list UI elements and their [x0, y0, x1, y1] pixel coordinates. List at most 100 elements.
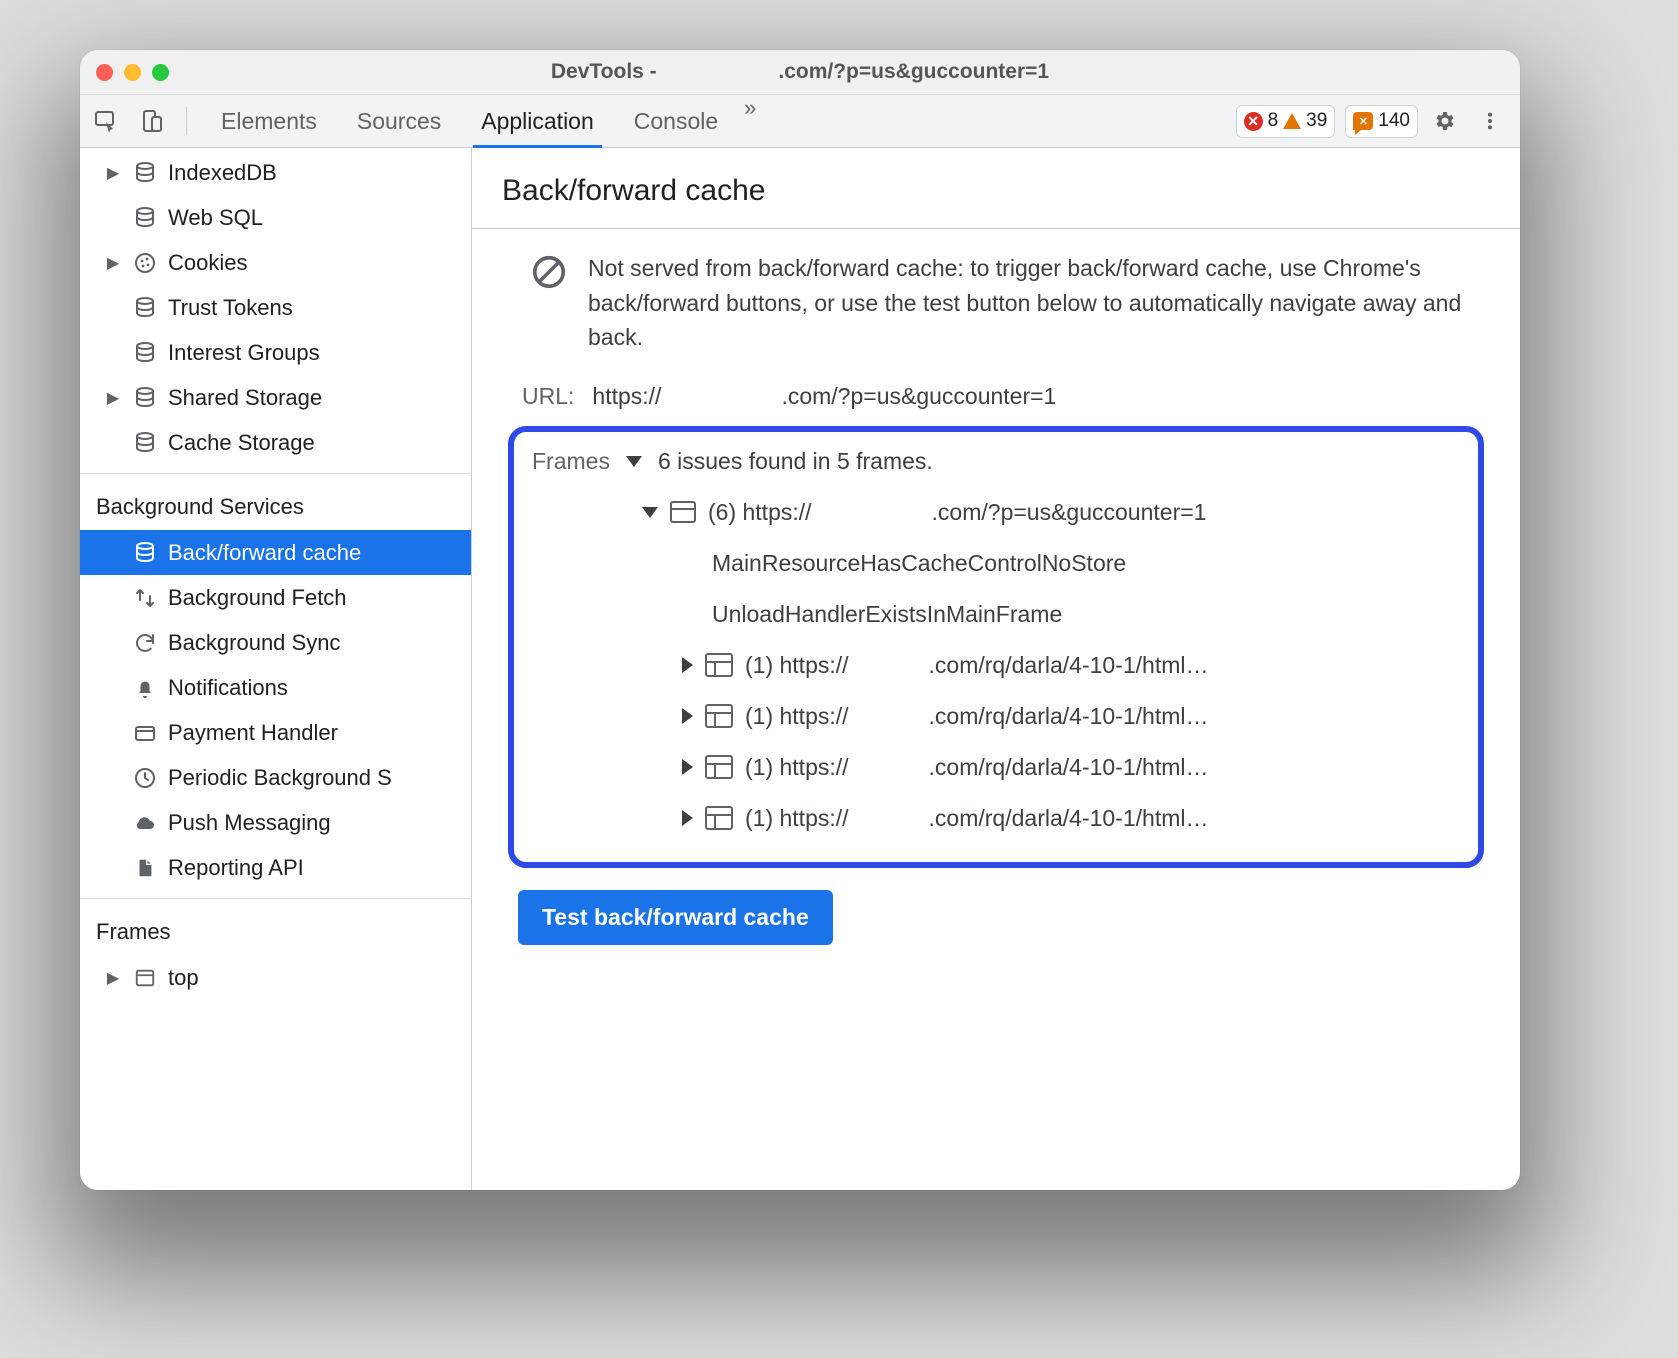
child-frame-prefix: (1) https://: [745, 805, 849, 831]
tab-console[interactable]: Console: [614, 95, 738, 147]
tab-application[interactable]: Application: [461, 95, 614, 147]
test-bfcache-button[interactable]: Test back/forward cache: [518, 890, 833, 945]
sidebar-item-label: Background Sync: [168, 630, 340, 656]
child-frame-prefix: (1) https://: [745, 754, 849, 780]
titlebar: DevTools - .com/?p=us&guccounter=1: [80, 50, 1520, 95]
sidebar-item-label: Web SQL: [168, 205, 263, 231]
frames-header[interactable]: Frames 6 issues found in 5 frames.: [532, 442, 1460, 487]
database-icon: [132, 161, 158, 185]
sidebar-item-background-sync[interactable]: Background Sync: [80, 620, 471, 665]
file-icon: [132, 856, 158, 880]
sidebar-item-label: Trust Tokens: [168, 295, 293, 321]
main-panel: Back/forward cache Not served from back/…: [472, 148, 1520, 1190]
section-heading-background-services: Background Services: [80, 482, 471, 528]
frame-icon: [132, 967, 158, 989]
url-value: https://.com/?p=us&guccounter=1: [592, 383, 1056, 410]
sidebar-item-label: Back/forward cache: [168, 540, 361, 566]
bg-services-tree: Back/forward cache Background Fetch Backgr…: [80, 528, 471, 890]
child-frame-suffix: .com/rq/darla/4-10-1/html…: [929, 754, 1209, 780]
minimize-window-button[interactable]: [124, 64, 141, 81]
chevron-down-icon: [626, 456, 642, 467]
tab-sources[interactable]: Sources: [337, 95, 461, 147]
issues-icon: ✕: [1353, 112, 1373, 130]
tab-label: Elements: [221, 108, 317, 135]
sidebar-item-label: Notifications: [168, 675, 288, 701]
sidebar-item-interest-groups[interactable]: Interest Groups: [80, 330, 471, 375]
chevron-right-icon: ▶: [104, 968, 122, 988]
cloud-icon: [132, 811, 158, 835]
child-frame-row[interactable]: (1) https:// .com/rq/darla/4-10-1/html…: [532, 742, 1460, 793]
error-icon: ✕: [1244, 112, 1263, 131]
tab-elements[interactable]: Elements: [201, 95, 337, 147]
section-heading-frames: Frames: [80, 907, 471, 953]
frame-root-row[interactable]: (6) https://.com/?p=us&guccounter=1: [532, 487, 1460, 538]
status-chips: ✕ 8 39 ✕ 140: [1236, 105, 1418, 138]
sidebar-item-cookies[interactable]: ▶Cookies: [80, 240, 471, 285]
sidebar-item-periodic-background-sync[interactable]: Periodic Background S: [80, 755, 471, 800]
database-icon: [132, 386, 158, 410]
database-icon: [132, 431, 158, 455]
main-body: Not served from back/forward cache: to t…: [472, 229, 1520, 967]
issues-chip[interactable]: ✕ 140: [1345, 105, 1418, 138]
page-title: Back/forward cache: [472, 148, 1520, 229]
status-row: Not served from back/forward cache: to t…: [496, 251, 1496, 383]
sidebar-item-indexeddb[interactable]: ▶IndexedDB: [80, 150, 471, 195]
issues-count: 140: [1378, 110, 1410, 132]
frames-box: Frames 6 issues found in 5 frames. (6) h…: [508, 426, 1484, 868]
chevron-right-icon: [682, 759, 693, 775]
window-title-prefix: DevTools -: [551, 60, 657, 83]
console-issues-chip[interactable]: ✕ 8 39: [1236, 105, 1336, 138]
frame-rows: (6) https://.com/?p=us&guccounter=1 Main…: [532, 487, 1460, 844]
chevron-right-icon: ▶: [104, 163, 122, 183]
close-window-button[interactable]: [96, 64, 113, 81]
chevron-right-icon: ▶: [104, 253, 122, 273]
toolbar: Elements Sources Application Console » ✕…: [80, 95, 1520, 148]
device-toggle-icon[interactable]: [132, 101, 172, 141]
sidebar-item-label: Periodic Background S: [168, 765, 392, 791]
sync-icon: [132, 631, 158, 655]
sidebar-item-back-forward-cache[interactable]: Back/forward cache: [80, 530, 471, 575]
prohibit-icon: [530, 253, 568, 291]
inspect-element-icon[interactable]: [86, 101, 126, 141]
url-prefix: https://: [592, 383, 661, 409]
child-frame-prefix: (1) https://: [745, 703, 849, 729]
sidebar-item-label: Shared Storage: [168, 385, 322, 411]
sidebar-item-push-messaging[interactable]: Push Messaging: [80, 800, 471, 845]
sidebar-item-cache-storage[interactable]: Cache Storage: [80, 420, 471, 465]
sidebar: ▶IndexedDB Web SQL ▶Cookies Trust Tokens Int…: [80, 148, 472, 1190]
toolbar-divider: [186, 107, 187, 135]
settings-button[interactable]: [1424, 101, 1464, 141]
chevron-right-icon: [682, 810, 693, 826]
url-label: URL:: [522, 383, 574, 410]
warning-icon: [1283, 113, 1301, 129]
sidebar-item-top[interactable]: ▶top: [80, 955, 471, 1000]
sidebar-item-trust-tokens[interactable]: Trust Tokens: [80, 285, 471, 330]
frame-icon: [705, 704, 733, 728]
card-icon: [132, 721, 158, 745]
sidebar-item-reporting-api[interactable]: Reporting API: [80, 845, 471, 890]
frame-root-label: (6) https://.com/?p=us&guccounter=1: [708, 499, 1206, 526]
error-count: 8: [1268, 110, 1279, 132]
more-options-button[interactable]: [1470, 101, 1510, 141]
sidebar-item-web-sql[interactable]: Web SQL: [80, 195, 471, 240]
body: ▶IndexedDB Web SQL ▶Cookies Trust Tokens Int…: [80, 148, 1520, 1190]
tab-label: Application: [481, 108, 594, 135]
sidebar-item-background-fetch[interactable]: Background Fetch: [80, 575, 471, 620]
devtools-window: DevTools - .com/?p=us&guccounter=1 Eleme…: [80, 50, 1520, 1190]
window-controls: [96, 64, 169, 81]
sidebar-item-shared-storage[interactable]: ▶Shared Storage: [80, 375, 471, 420]
child-frame-row[interactable]: (1) https://.com/rq/darla/4-10-1/html…: [532, 691, 1460, 742]
child-frame-row[interactable]: (1) https://.com/rq/darla/4-10-1/html…: [532, 793, 1460, 844]
zoom-window-button[interactable]: [152, 64, 169, 81]
clock-icon: [132, 766, 158, 790]
gear-icon: [1432, 109, 1456, 133]
database-icon: [132, 206, 158, 230]
frames-summary: 6 issues found in 5 frames.: [658, 448, 933, 475]
sidebar-item-payment-handler[interactable]: Payment Handler: [80, 710, 471, 755]
child-frame-row[interactable]: (1) https://.com/rq/darla/4-10-1/html…: [532, 640, 1460, 691]
divider: [80, 473, 471, 474]
sidebar-item-label: Interest Groups: [168, 340, 320, 366]
more-tabs-icon[interactable]: »: [738, 95, 762, 147]
sidebar-item-notifications[interactable]: Notifications: [80, 665, 471, 710]
database-icon: [132, 341, 158, 365]
